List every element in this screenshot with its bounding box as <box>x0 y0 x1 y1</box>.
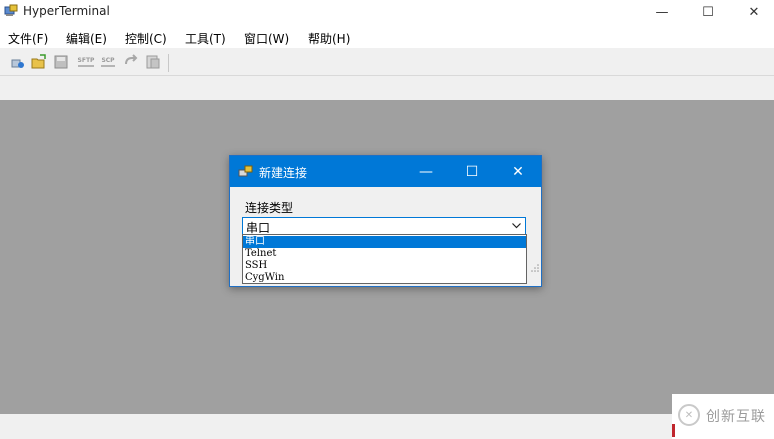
resize-grip-icon[interactable] <box>531 264 539 272</box>
disconnect-icon <box>125 54 138 65</box>
menu-control[interactable]: 控制(C) <box>125 30 167 47</box>
dialog-maximize-button[interactable]: ☐ <box>449 156 495 187</box>
option-cygwin[interactable]: CygWin <box>243 272 526 284</box>
chevron-down-icon <box>511 220 521 232</box>
window-title: HyperTerminal <box>23 4 110 18</box>
maximize-icon: ☐ <box>702 4 714 20</box>
maximize-button[interactable]: ☐ <box>685 0 731 24</box>
watermark: ✕ 创新互联 <box>672 394 774 439</box>
close-icon: ✕ <box>512 163 524 180</box>
sftp-button[interactable]: SFTP <box>76 53 96 71</box>
dialog-close-button[interactable]: ✕ <box>495 156 541 187</box>
scp-button[interactable]: SCP <box>98 53 118 71</box>
option-serial[interactable]: 串口 <box>243 236 526 248</box>
watermark-accent <box>672 424 675 437</box>
properties-icon <box>146 55 160 69</box>
maximize-icon: ☐ <box>465 163 479 180</box>
connection-type-dropdown: 串口 Telnet SSH CygWin <box>242 234 527 284</box>
hyperterminal-app-icon <box>4 4 18 16</box>
toolbar: SFTP SCP <box>0 48 774 76</box>
menubar: 文件(F) 编辑(E) 控制(C) 工具(T) 窗口(W) 帮助(H) <box>0 24 774 48</box>
sftp-icon: SFTP <box>77 57 95 67</box>
menu-help[interactable]: 帮助(H) <box>308 30 350 47</box>
menu-edit[interactable]: 编辑(E) <box>66 30 107 47</box>
save-disk-icon <box>54 55 68 69</box>
dialog-titlebar[interactable]: 新建连接 — ☐ ✕ <box>230 156 541 187</box>
minimize-icon: — <box>655 4 669 20</box>
dialog-title: 新建连接 <box>259 166 308 180</box>
disconnect-button[interactable] <box>122 53 140 71</box>
scp-icon: SCP <box>101 57 115 67</box>
dialog-app-icon <box>238 165 253 177</box>
minimize-icon: — <box>419 163 433 180</box>
option-ssh[interactable]: SSH <box>243 260 526 272</box>
toolbar-separator <box>168 54 169 72</box>
open-folder-icon <box>31 54 46 69</box>
open-button[interactable] <box>30 53 48 71</box>
app-titlebar: HyperTerminal — ☐ ✕ <box>0 0 774 24</box>
connection-type-label: 连接类型 <box>245 201 294 215</box>
menu-tools[interactable]: 工具(T) <box>185 30 226 47</box>
menu-window[interactable]: 窗口(W) <box>244 30 289 47</box>
option-telnet[interactable]: Telnet <box>243 248 526 260</box>
minimize-button[interactable]: — <box>639 0 685 24</box>
close-button[interactable]: ✕ <box>731 0 774 24</box>
save-button[interactable] <box>52 53 70 71</box>
connection-type-select[interactable]: 串口 <box>242 217 526 235</box>
new-connection-button[interactable] <box>8 53 26 71</box>
new-connection-icon <box>11 59 24 68</box>
menu-file[interactable]: 文件(F) <box>8 30 48 47</box>
status-bar <box>0 414 774 439</box>
watermark-logo-icon: ✕ <box>678 404 700 426</box>
properties-button[interactable] <box>144 53 162 71</box>
dialog-minimize-button[interactable]: — <box>403 156 449 187</box>
watermark-text: 创新互联 <box>706 409 766 425</box>
tab-strip <box>0 76 774 100</box>
close-icon: ✕ <box>748 4 760 20</box>
